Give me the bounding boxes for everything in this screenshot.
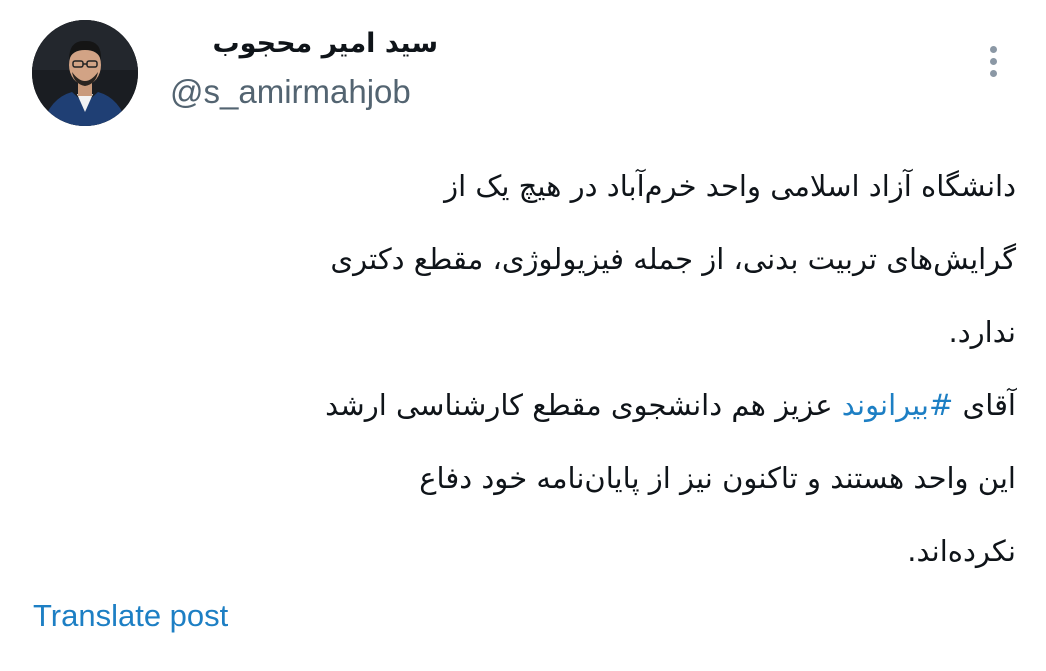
- menu-dot: [989, 57, 997, 65]
- tweet-card: سید امیر محجوب @s_amirmahjob دانشگاه آزا…: [0, 0, 1046, 671]
- tweet-line: دانشگاه آزاد اسلامی واحد خرم‌آباد در هیچ…: [444, 169, 1016, 203]
- tweet-text-fragment: عزیز هم دانشجوی مقطع کارشناسی ارشد: [325, 388, 842, 422]
- author-display-name[interactable]: سید امیر محجوب: [168, 22, 438, 66]
- avatar-image: [32, 20, 138, 126]
- tweet-line: گرایش‌های تربیت بدنی، از جمله فیزیولوژی،…: [330, 242, 1016, 276]
- more-options-icon[interactable]: [978, 40, 1008, 82]
- tweet-line: این واحد هستند و تاکنون نیز از پایان‌نام…: [419, 461, 1016, 495]
- hashtag-link[interactable]: #بیرانوند: [842, 388, 954, 422]
- tweet-text-fragment: آقای: [953, 388, 1016, 422]
- tweet-line: نکرده‌اند.: [907, 534, 1016, 568]
- author-handle[interactable]: @s_amirmahjob: [170, 70, 411, 114]
- tweet-line: ندارد.: [948, 315, 1017, 349]
- avatar[interactable]: [32, 20, 138, 126]
- tweet-text: دانشگاه آزاد اسلامی واحد خرم‌آباد در هیچ…: [40, 150, 1016, 588]
- menu-dot: [989, 69, 997, 77]
- translate-post-link[interactable]: Translate post: [33, 594, 228, 638]
- tweet-line-with-hashtag: آقای #بیرانوند عزیز هم دانشجوی مقطع کارش…: [40, 369, 1016, 442]
- menu-dot: [989, 45, 997, 53]
